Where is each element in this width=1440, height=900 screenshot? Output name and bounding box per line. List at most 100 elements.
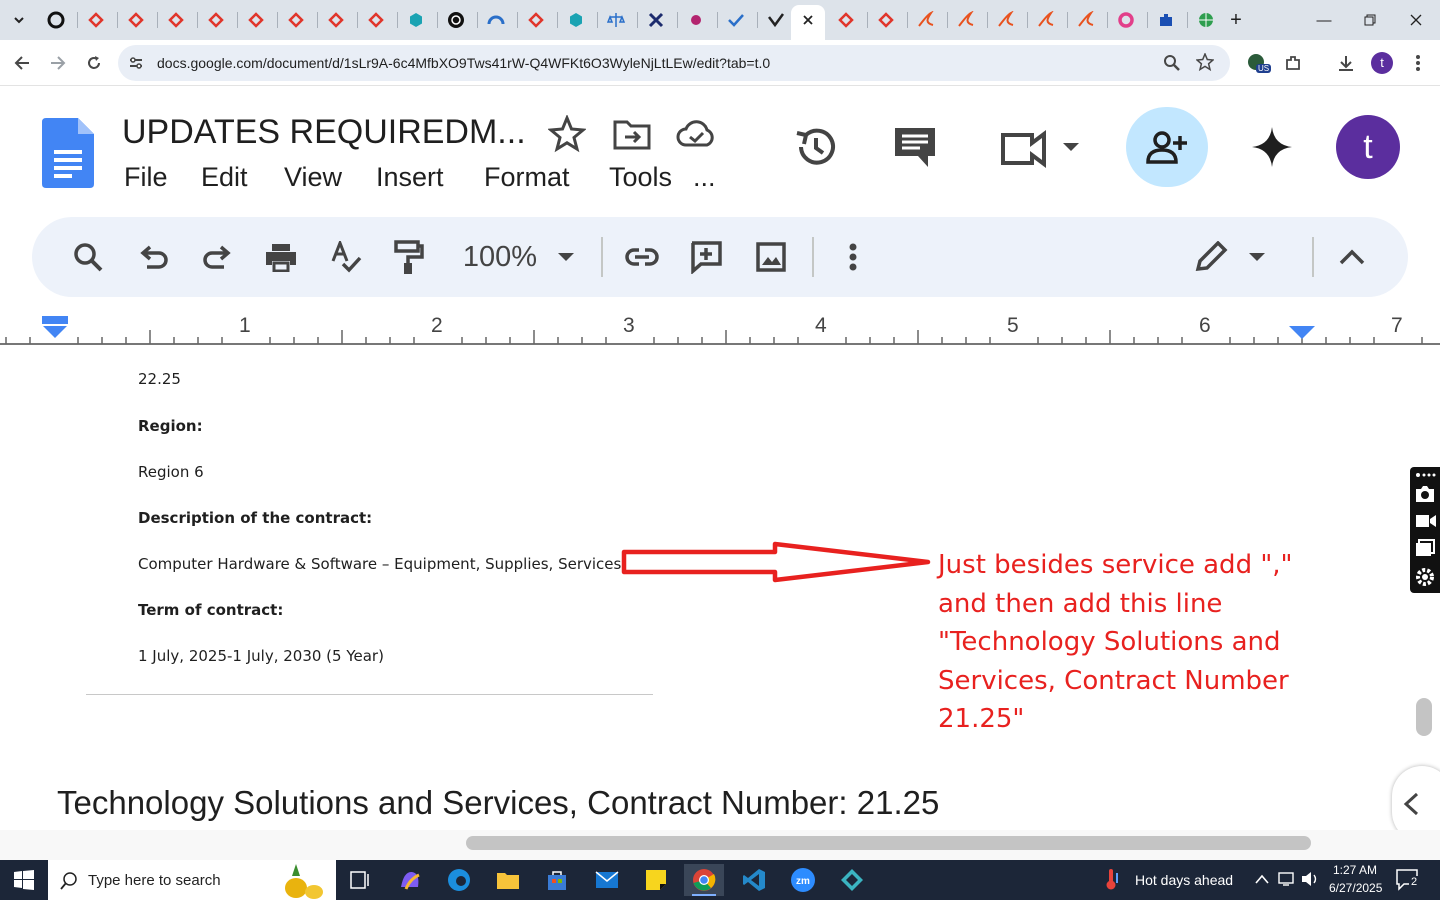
left-indent-marker-icon[interactable] — [42, 316, 68, 340]
paint-format-button[interactable] — [388, 237, 428, 277]
chrome-menu-button[interactable] — [1403, 48, 1433, 78]
site-info-icon[interactable] — [128, 55, 144, 76]
video-icon[interactable] — [1415, 513, 1437, 529]
search-menus-button[interactable] — [68, 237, 108, 277]
menu-view[interactable]: View — [284, 162, 342, 193]
undo-button[interactable] — [134, 237, 174, 277]
restore-button[interactable] — [1350, 8, 1390, 32]
close-window-button[interactable] — [1396, 8, 1436, 32]
back-button[interactable] — [7, 48, 37, 78]
forward-button[interactable] — [43, 48, 73, 78]
tab-favicon[interactable] — [442, 6, 470, 34]
taskbar-search[interactable]: Type here to search — [48, 860, 336, 900]
volume-icon[interactable] — [1301, 871, 1319, 892]
tab-favicon[interactable] — [1072, 6, 1100, 34]
weather-widget[interactable] — [1102, 869, 1126, 896]
tab-favicon[interactable] — [762, 6, 790, 34]
tab-favicon[interactable] — [872, 6, 900, 34]
network-icon[interactable] — [1278, 871, 1296, 892]
tab-favicon[interactable] — [282, 6, 310, 34]
document-canvas[interactable]: 22.25 Region: Region 6 Description of th… — [0, 346, 1408, 830]
pin-icon[interactable] — [1414, 471, 1436, 479]
notifications-button[interactable]: 2 — [1396, 868, 1422, 897]
mail-button[interactable] — [587, 864, 627, 896]
doc-line[interactable]: Region: — [138, 417, 203, 435]
hide-menus-button[interactable] — [1332, 237, 1372, 277]
window-capture-icon[interactable] — [1415, 539, 1435, 557]
new-tab-button[interactable]: + — [1222, 6, 1250, 34]
doc-line[interactable]: 22.25 — [138, 370, 181, 388]
tab-favicon[interactable] — [42, 6, 70, 34]
version-history-button[interactable] — [793, 125, 839, 169]
doc-line[interactable]: 1 July, 2025-1 July, 2030 (5 Year) — [138, 647, 384, 665]
extension-vpn-button[interactable]: US — [1242, 48, 1272, 78]
show-hidden-icons-button[interactable] — [1254, 872, 1270, 890]
bookmark-star-icon[interactable] — [1195, 52, 1215, 76]
tab-favicon[interactable] — [122, 6, 150, 34]
tab-favicon[interactable] — [602, 6, 630, 34]
move-button[interactable] — [612, 117, 652, 151]
minimize-button[interactable]: — — [1304, 8, 1344, 32]
account-avatar[interactable]: t — [1336, 115, 1400, 179]
meet-button[interactable] — [1000, 129, 1086, 169]
tab-favicon[interactable] — [1192, 6, 1220, 34]
downloads-button[interactable] — [1331, 48, 1361, 78]
vscode-button[interactable] — [734, 864, 774, 896]
zoom-icon[interactable] — [1163, 54, 1181, 77]
doc-line[interactable]: Description of the contract: — [138, 509, 372, 527]
star-button[interactable] — [548, 115, 586, 153]
doc-line[interactable]: Computer Hardware & Software – Equipment… — [138, 555, 621, 573]
tab-favicon[interactable] — [322, 6, 350, 34]
tab-search-dropdown[interactable] — [5, 6, 33, 34]
cloud-status-button[interactable] — [676, 117, 716, 151]
tab-favicon[interactable] — [242, 6, 270, 34]
tab-favicon[interactable] — [1032, 6, 1060, 34]
task-view-button[interactable] — [340, 864, 380, 896]
tab-close-button[interactable] — [794, 6, 822, 34]
insert-image-button[interactable] — [751, 237, 791, 277]
horizontal-scrollbar[interactable] — [0, 830, 1440, 860]
start-button[interactable] — [4, 864, 44, 896]
scrollbar-thumb[interactable] — [1416, 698, 1432, 736]
clock-date[interactable]: 6/27/2025 — [1329, 881, 1382, 895]
chrome-taskbar-button[interactable] — [684, 864, 724, 896]
tab-favicon[interactable] — [82, 6, 110, 34]
more-tools-button[interactable] — [833, 237, 873, 277]
spelling-button[interactable] — [326, 237, 366, 277]
tab-favicon[interactable] — [202, 6, 230, 34]
tab-favicon[interactable] — [642, 6, 670, 34]
menu-edit[interactable]: Edit — [201, 162, 248, 193]
gemini-button[interactable] — [1252, 127, 1292, 167]
zoom-app-button[interactable]: zm — [783, 864, 823, 896]
insert-link-button[interactable] — [622, 237, 662, 277]
document-title[interactable]: UPDATES REQUIREDM... — [122, 113, 526, 152]
docs-logo-icon[interactable] — [42, 118, 94, 193]
editing-mode-button[interactable] — [1162, 237, 1298, 277]
app-button[interactable] — [832, 864, 872, 896]
menu-file[interactable]: File — [124, 162, 168, 193]
tab-favicon[interactable] — [1152, 6, 1180, 34]
tab-favicon[interactable] — [722, 6, 750, 34]
clock-time[interactable]: 1:27 AM — [1333, 863, 1377, 877]
comments-button[interactable] — [892, 125, 938, 169]
tab-favicon[interactable] — [952, 6, 980, 34]
tab-favicon[interactable] — [162, 6, 190, 34]
camera-icon[interactable] — [1415, 485, 1435, 503]
reload-button[interactable] — [79, 48, 109, 78]
tab-favicon[interactable] — [362, 6, 390, 34]
doc-heading-line[interactable]: Technology Solutions and Services, Contr… — [57, 784, 939, 822]
copilot-button[interactable] — [390, 864, 430, 896]
tab-favicon[interactable] — [912, 6, 940, 34]
tab-favicon[interactable] — [1112, 6, 1140, 34]
add-comment-button[interactable] — [686, 237, 726, 277]
weather-text[interactable]: Hot days ahead — [1135, 872, 1233, 888]
url-text[interactable]: docs.google.com/document/d/1sLr9A-6c4Mfb… — [157, 55, 770, 71]
gear-icon[interactable] — [1415, 567, 1435, 587]
tab-favicon[interactable] — [992, 6, 1020, 34]
redo-button[interactable] — [197, 237, 237, 277]
doc-line[interactable]: Region 6 — [138, 463, 204, 481]
tab-favicon[interactable] — [522, 6, 550, 34]
store-button[interactable] — [537, 864, 577, 896]
sticky-notes-button[interactable] — [636, 864, 676, 896]
menu-format[interactable]: Format — [484, 162, 570, 193]
